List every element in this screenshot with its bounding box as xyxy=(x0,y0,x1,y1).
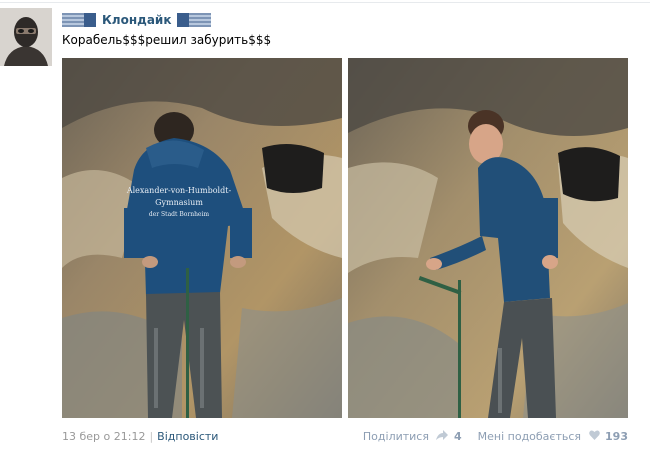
hoodie-text: der Stadt Bornheim xyxy=(149,211,210,218)
share-icon xyxy=(436,429,449,440)
top-divider xyxy=(0,2,650,3)
share-label: Поділитися xyxy=(362,429,429,443)
flag-icon xyxy=(177,13,212,27)
post-date[interactable]: 13 бер о 21:12 xyxy=(62,430,145,443)
share-count: 4 xyxy=(453,429,462,443)
avatar[interactable] xyxy=(0,8,52,66)
post-photo-1[interactable]: Alexander-von-Humboldt- Gymnasium der St… xyxy=(62,58,342,418)
like-label: Мені подобається xyxy=(477,429,582,443)
author-name[interactable]: Клондайк xyxy=(102,13,171,27)
flag-icon xyxy=(62,13,96,27)
post-footer: 13 бер о 21:12 | Відповісти Поділитися 4… xyxy=(62,428,628,444)
hoodie-text: Gymnasium xyxy=(155,198,203,207)
share-button[interactable]: Поділитися 4 xyxy=(362,429,462,443)
post-photo-2[interactable] xyxy=(348,58,628,418)
post-text: Корабель$$$решил забурить$$$ xyxy=(62,33,272,47)
like-count: 193 xyxy=(605,429,628,443)
hoodie-text: Alexander-von-Humboldt- xyxy=(126,186,232,195)
separator: | xyxy=(149,429,154,443)
reply-link[interactable]: Відповісти xyxy=(157,430,218,443)
like-button[interactable]: Мені подобається 193 xyxy=(478,430,628,443)
heart-icon xyxy=(588,429,600,440)
author-block: Клондайк xyxy=(62,12,212,28)
